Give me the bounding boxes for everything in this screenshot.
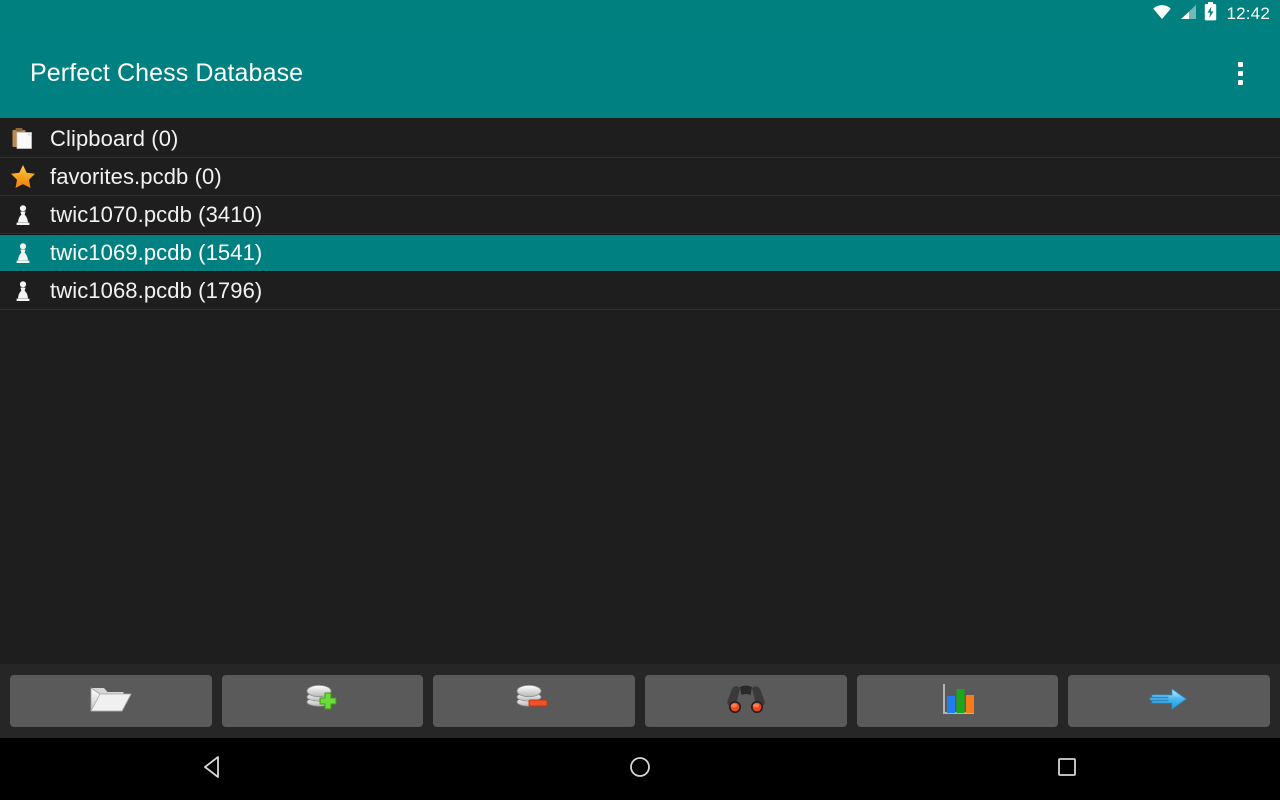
android-nav-bar — [0, 738, 1280, 800]
arrow-right-icon — [1146, 684, 1192, 719]
recents-button[interactable] — [1007, 738, 1127, 800]
overflow-dot-icon — [1237, 79, 1243, 85]
binoculars-icon — [724, 682, 768, 721]
statistics-button[interactable] — [856, 675, 1059, 727]
triangle-back-icon — [200, 754, 226, 785]
wifi-icon — [1152, 4, 1172, 25]
list-item[interactable]: Clipboard (0) — [0, 120, 1280, 158]
status-bar-icons — [1152, 2, 1217, 26]
list-item-selected[interactable]: twic1069.pcdb (1541) — [0, 234, 1280, 272]
pawn-icon — [10, 202, 36, 228]
open-folder-button[interactable] — [10, 675, 212, 727]
list-item[interactable]: favorites.pcdb (0) — [0, 158, 1280, 196]
page-title: Perfect Chess Database — [30, 58, 304, 87]
list-item-label: twic1068.pcdb (1796) — [50, 277, 263, 303]
database-add-icon — [302, 680, 344, 723]
back-button[interactable] — [153, 738, 273, 800]
app-bar: Perfect Chess Database — [0, 28, 1280, 118]
list-item[interactable]: twic1068.pcdb (1796) — [0, 272, 1280, 310]
square-recents-icon — [1054, 754, 1080, 785]
overflow-menu-button[interactable] — [1218, 49, 1262, 97]
remove-database-button[interactable] — [433, 675, 636, 727]
database-remove-icon — [513, 680, 555, 723]
overflow-dot-icon — [1237, 61, 1243, 67]
list-item-label: Clipboard (0) — [50, 125, 179, 151]
star-icon — [10, 164, 36, 190]
battery-charging-icon — [1204, 2, 1217, 26]
list-item[interactable]: twic1070.pcdb (3410) — [0, 196, 1280, 234]
overflow-dot-icon — [1237, 70, 1243, 76]
database-list: Clipboard (0) favorites.pcdb (0) twic107… — [0, 118, 1280, 664]
pawn-icon — [10, 278, 36, 304]
bottom-toolbar — [0, 664, 1280, 738]
search-button[interactable] — [645, 675, 847, 727]
pawn-icon — [10, 240, 36, 266]
clipboard-icon — [10, 126, 36, 152]
status-bar-clock: 12:42 — [1226, 4, 1270, 23]
cell-signal-icon — [1179, 4, 1197, 25]
open-folder-icon — [88, 680, 134, 723]
circle-home-icon — [627, 754, 653, 785]
status-bar: 12:42 — [0, 0, 1280, 28]
home-button[interactable] — [580, 738, 700, 800]
list-item-label: favorites.pcdb (0) — [50, 163, 222, 189]
next-button[interactable] — [1068, 675, 1271, 727]
list-item-label: twic1069.pcdb (1541) — [50, 240, 263, 265]
bar-chart-icon — [938, 681, 978, 722]
add-database-button[interactable] — [221, 675, 424, 727]
list-item-label: twic1070.pcdb (3410) — [50, 201, 263, 227]
